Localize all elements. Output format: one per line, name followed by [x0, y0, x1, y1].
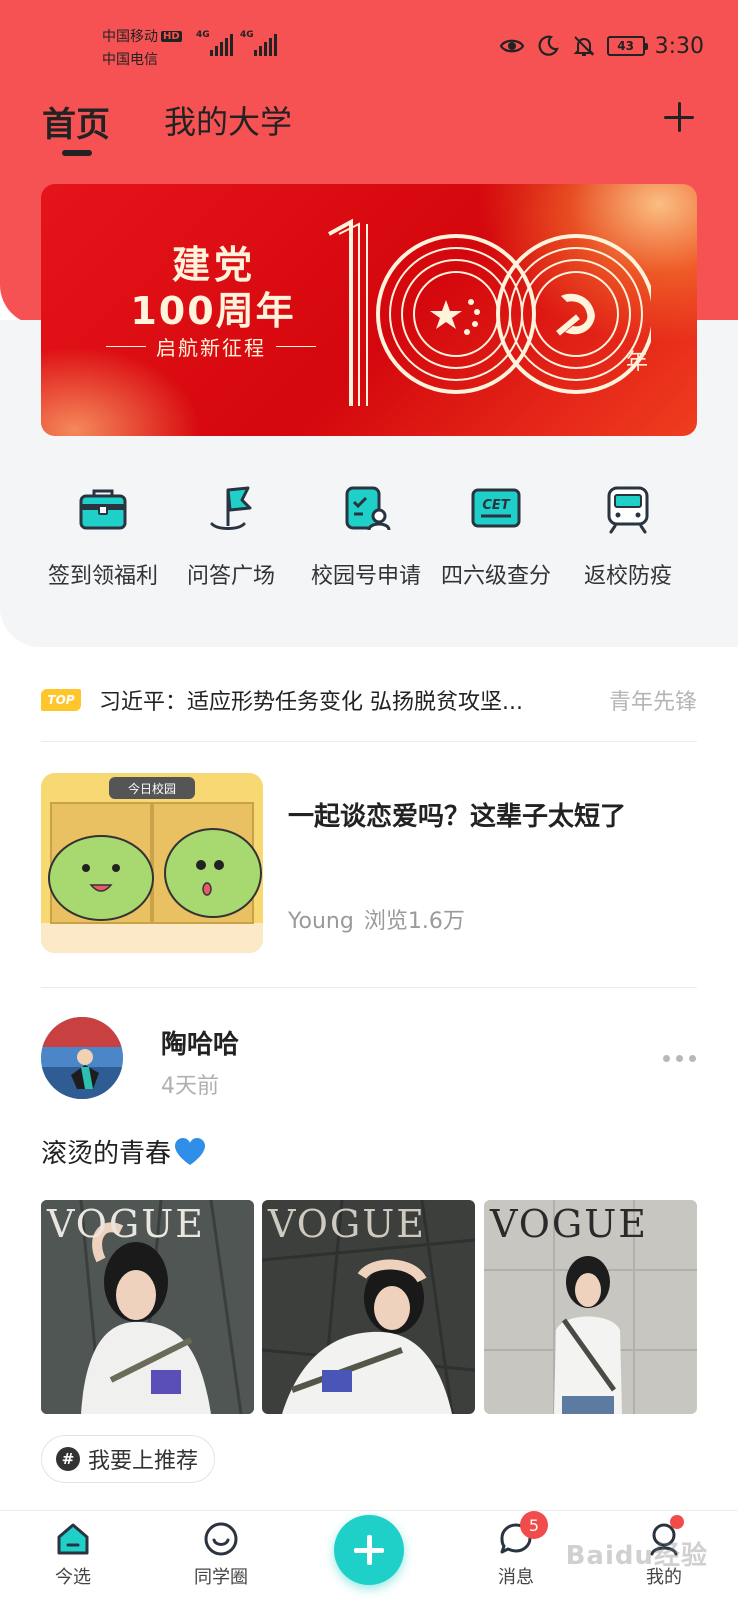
tab-active-indicator [62, 150, 92, 156]
article-thumbnail[interactable]: 今日校园 [41, 773, 263, 953]
post-photo-1[interactable]: VOGUE [41, 1200, 254, 1414]
add-button[interactable] [662, 100, 696, 134]
top-news[interactable]: TOP 习近平：适应形势任务变化 弘扬脱贫攻坚... 青年先锋 [41, 680, 697, 720]
divider [41, 741, 697, 742]
more-options-button[interactable] [663, 1055, 696, 1062]
watermark: Baidu经验 [565, 1541, 708, 1571]
post-text: 滚烫的青春 [41, 1133, 207, 1170]
nav-messages[interactable]: 5 消息 [466, 1511, 566, 1589]
tab-home[interactable]: 首页 [42, 97, 110, 146]
blue-heart-icon [175, 1137, 206, 1165]
top-badge: TOP [41, 689, 81, 711]
bell-off-icon [571, 33, 597, 59]
banner-suffix: 年 [626, 350, 649, 375]
cet-icon: CET [469, 482, 523, 536]
post-photo-3[interactable]: VOGUE [484, 1200, 697, 1414]
top-news-title: 习近平：适应形势任务变化 弘扬脱贫攻坚... [99, 690, 523, 715]
eye-icon [499, 33, 525, 59]
banner-title-line2: 100周年 [130, 289, 296, 333]
clock: 3:30 [654, 33, 704, 59]
hashtag-icon: # [56, 1447, 80, 1471]
top-news-source: 青年先锋 [608, 690, 697, 715]
action-checkin[interactable]: 签到领福利 [38, 482, 168, 590]
create-post-button[interactable] [334, 1515, 404, 1585]
status-bar: 中国移动 HD 中国电信 4G 4G 43 3:30 [0, 0, 738, 80]
action-return-school[interactable]: 返校防疫 [563, 482, 693, 590]
nav-today[interactable]: 今选 [23, 1521, 123, 1589]
moon-icon [535, 33, 561, 59]
carrier-1: 中国移动 HD [102, 29, 182, 45]
post-time: 4天前 [161, 1074, 219, 1099]
recommend-tag-button[interactable]: # 我要上推荐 [41, 1435, 216, 1483]
notification-dot [670, 1515, 684, 1529]
article-title[interactable]: 一起谈恋爱吗？这辈子太短了 [288, 796, 626, 833]
svg-text:CET: CET [482, 498, 510, 513]
banner[interactable]: 建党 100周年 启航新征程 100 年 [41, 184, 697, 436]
avatar[interactable] [41, 1017, 123, 1099]
message-badge: 5 [520, 1511, 548, 1539]
article-views: 浏览1.6万 [363, 909, 465, 934]
circle-icon [203, 1521, 239, 1557]
tab-my-university[interactable]: 我的大学 [164, 97, 292, 143]
home-icon [55, 1521, 91, 1557]
banner-subtitle: 启航新征程 [81, 332, 341, 361]
hd-badge: HD [161, 31, 182, 42]
article-author: Young [288, 909, 354, 934]
nav-classmates[interactable]: 同学圈 [171, 1521, 271, 1589]
battery-icon: 43 [606, 36, 648, 56]
train-icon [601, 482, 655, 536]
carrier-2: 中国电信 [102, 52, 158, 68]
flag-icon [204, 482, 258, 536]
article-meta: Young 浏览1.6万 [288, 903, 465, 935]
action-qa-square[interactable]: 问答广场 [166, 482, 296, 590]
chat-icon: 5 [498, 1511, 548, 1557]
briefcase-icon [76, 482, 130, 536]
divider [41, 987, 697, 988]
banner-100-graphic: 100 [328, 218, 651, 406]
action-cet-score[interactable]: CET 四六级查分 [431, 482, 561, 590]
action-campus-apply[interactable]: 校园号申请 [301, 482, 431, 590]
svg-text:今日校园: 今日校园 [128, 781, 176, 796]
badge-apply-icon [339, 482, 393, 536]
poster-name[interactable]: 陶哈哈 [161, 1024, 239, 1061]
post-photo-2[interactable]: VOGUE [262, 1200, 475, 1414]
